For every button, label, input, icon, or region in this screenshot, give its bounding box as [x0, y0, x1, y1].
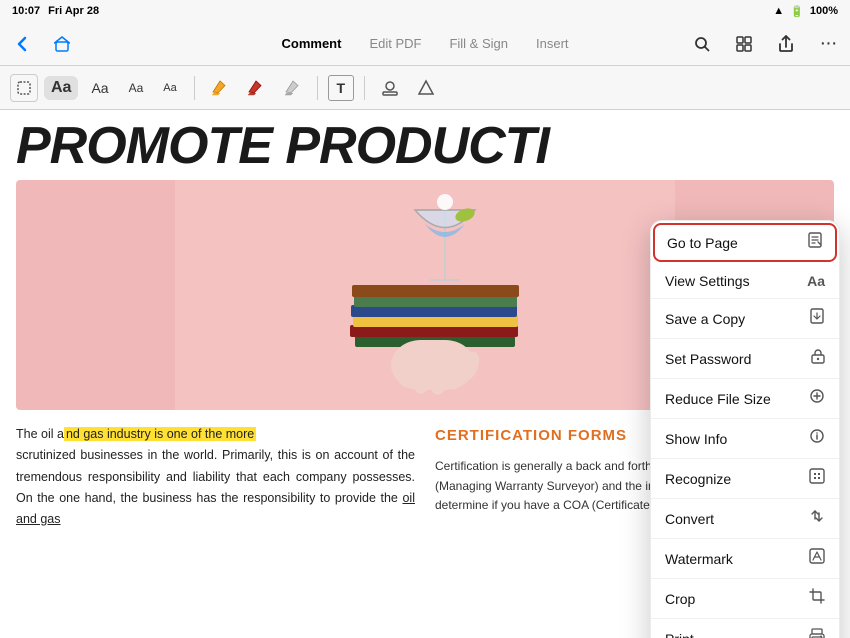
menu-item-reduce-file-size-label: Reduce File Size	[665, 391, 771, 407]
stamp-tool[interactable]	[375, 73, 405, 103]
more-button[interactable]: ···	[814, 30, 842, 58]
menu-item-go-to-page-label: Go to Page	[667, 235, 738, 251]
font-medium-btn[interactable]: Aa	[84, 77, 115, 99]
toolbar-separator-2	[317, 76, 318, 100]
save-copy-icon	[809, 308, 825, 329]
home-button[interactable]	[48, 30, 76, 58]
status-time: 10:07	[12, 5, 40, 17]
menu-item-set-password-label: Set Password	[665, 351, 751, 367]
text-box-tool[interactable]: T	[328, 75, 354, 101]
nav-left	[8, 30, 76, 58]
nav-right: ···	[688, 30, 842, 58]
view-settings-icon: Aa	[807, 273, 825, 289]
tab-fill-sign[interactable]: Fill & Sign	[435, 30, 522, 57]
pen-red-tool[interactable]	[241, 73, 271, 103]
selection-tool[interactable]	[10, 74, 38, 102]
show-info-icon	[809, 428, 825, 449]
status-date: Fri Apr 28	[48, 5, 99, 17]
menu-item-view-settings-label: View Settings	[665, 273, 750, 289]
highlight-tool[interactable]	[205, 73, 235, 103]
pdf-body-left-rest: scrutinized businesses in the world. Pri…	[16, 448, 415, 526]
menu-item-show-info-label: Show Info	[665, 431, 727, 447]
menu-item-recognize-label: Recognize	[665, 471, 731, 487]
menu-item-go-to-page[interactable]: Go to Page	[653, 223, 837, 262]
menu-item-crop-label: Crop	[665, 591, 695, 607]
pencil-tool[interactable]	[277, 73, 307, 103]
tab-edit-pdf[interactable]: Edit PDF	[355, 30, 435, 57]
menu-item-convert[interactable]: Convert	[651, 499, 839, 539]
font-small-medium-btn[interactable]: Aa	[122, 78, 151, 98]
set-password-icon	[811, 348, 825, 369]
menu-item-recognize[interactable]: Recognize	[651, 459, 839, 499]
tab-insert[interactable]: Insert	[522, 30, 583, 57]
status-right: ▲ 🔋 100%	[773, 5, 838, 18]
dropdown-menu: Go to Page View Settings Aa Save a Copy …	[650, 220, 840, 638]
menu-item-show-info[interactable]: Show Info	[651, 419, 839, 459]
pdf-title: PROMOTE PRODUCTI	[16, 120, 834, 172]
watermark-icon	[809, 548, 825, 569]
toolbar: Aa Aa Aa Aa T	[0, 66, 850, 110]
print-icon	[809, 628, 825, 638]
font-large-btn[interactable]: Aa	[44, 76, 78, 100]
nav-bar: Comment Edit PDF Fill & Sign Insert ···	[0, 22, 850, 66]
menu-item-view-settings[interactable]: View Settings Aa	[651, 264, 839, 299]
menu-item-reduce-file-size[interactable]: Reduce File Size	[651, 379, 839, 419]
search-button[interactable]	[688, 30, 716, 58]
menu-item-watermark-label: Watermark	[665, 551, 733, 567]
status-left: 10:07 Fri Apr 28	[12, 5, 99, 17]
grid-button[interactable]	[730, 30, 758, 58]
font-small-btn[interactable]: Aa	[156, 79, 183, 97]
nav-tabs: Comment Edit PDF Fill & Sign Insert	[267, 30, 582, 57]
menu-item-save-copy[interactable]: Save a Copy	[651, 299, 839, 339]
menu-item-set-password[interactable]: Set Password	[651, 339, 839, 379]
pdf-body-left-pre: The oil a	[16, 427, 64, 441]
crop-icon	[809, 588, 825, 609]
toolbar-separator-1	[194, 76, 195, 100]
content-area: PROMOTE PRODUCTI	[0, 110, 850, 638]
recognize-icon	[809, 468, 825, 489]
toolbar-separator-3	[364, 76, 365, 100]
convert-icon	[809, 508, 825, 529]
pdf-col-left: The oil and gas industry is one of the m…	[16, 424, 415, 530]
menu-item-crop[interactable]: Crop	[651, 579, 839, 619]
menu-item-save-copy-label: Save a Copy	[665, 311, 745, 327]
menu-item-print[interactable]: Print	[651, 619, 839, 638]
share-button[interactable]	[772, 30, 800, 58]
menu-item-print-label: Print	[665, 631, 694, 638]
battery-level: 100%	[810, 5, 838, 17]
wifi-icon: ▲	[773, 5, 784, 17]
status-bar: 10:07 Fri Apr 28 ▲ 🔋 100%	[0, 0, 850, 22]
shape-tool[interactable]	[411, 73, 441, 103]
menu-item-convert-label: Convert	[665, 511, 714, 527]
reduce-file-size-icon	[809, 388, 825, 409]
tab-comment[interactable]: Comment	[267, 30, 355, 57]
battery-icon: 🔋	[790, 5, 804, 18]
back-button[interactable]	[8, 30, 36, 58]
go-to-page-icon	[807, 232, 823, 253]
pdf-highlighted-text: nd gas industry is one of the more	[64, 427, 256, 441]
menu-item-watermark[interactable]: Watermark	[651, 539, 839, 579]
